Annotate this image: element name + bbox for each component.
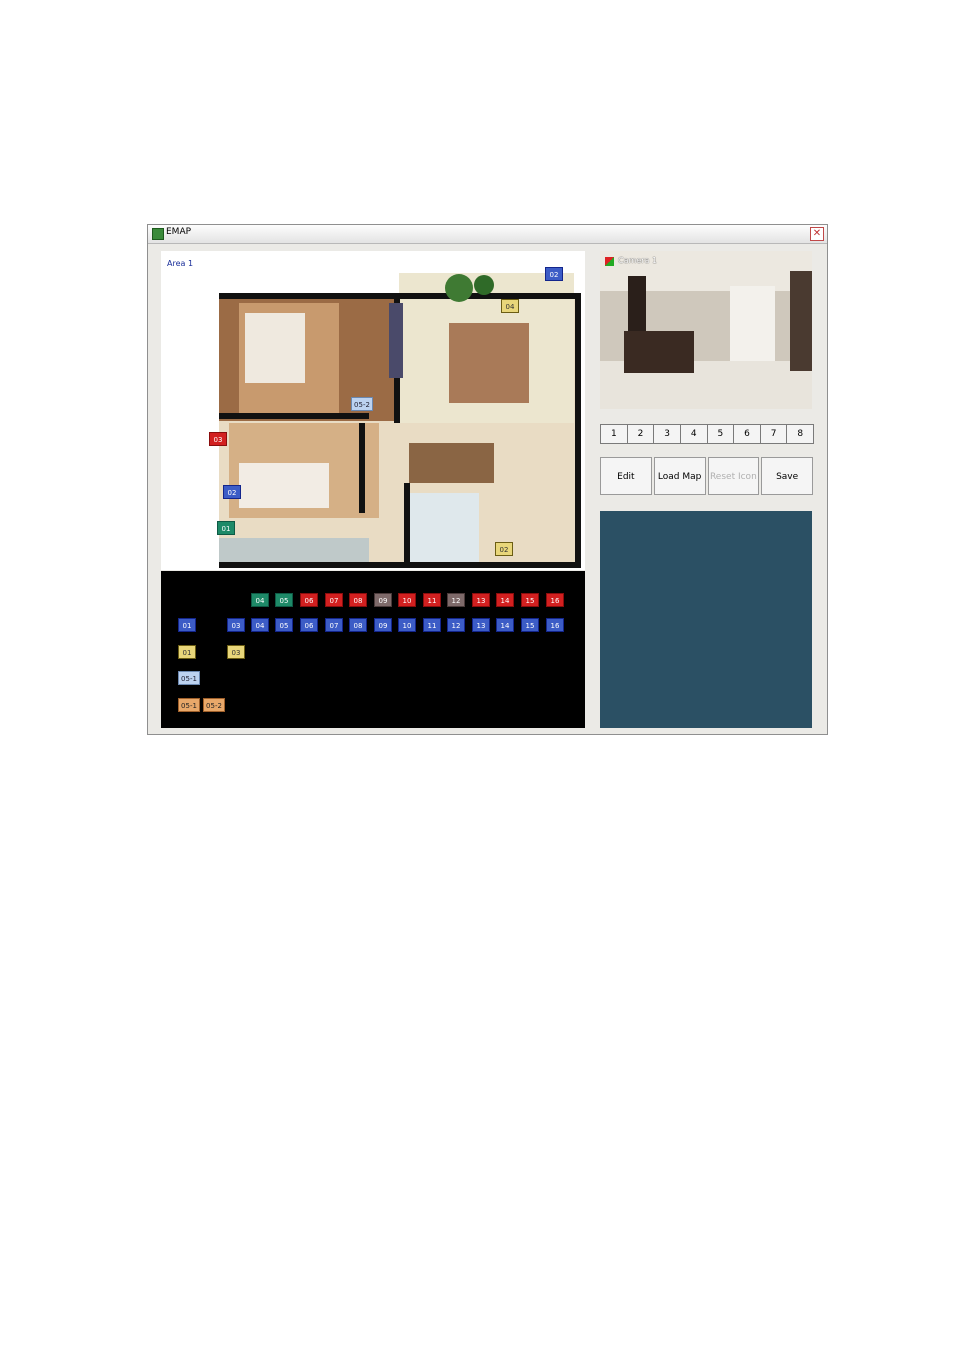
camera-preview-image <box>600 251 812 409</box>
placed-camera[interactable]: 05-2 <box>351 397 373 411</box>
tray-camera-icon[interactable]: 13 <box>472 593 490 607</box>
tray-sensor-icon[interactable]: 16 <box>546 618 564 632</box>
tray-sensor-icon[interactable]: 08 <box>349 618 367 632</box>
tray-camera-icon[interactable]: 14 <box>496 593 514 607</box>
action-buttons: Edit Load Map Reset Icon Save <box>600 457 813 497</box>
emap-window: EMAP ✕ Area 1 02 04 05-2 03 02 01 02 04 … <box>147 224 828 735</box>
tray-camera-icon[interactable]: 16 <box>546 593 564 607</box>
tray-link-icon[interactable]: 05-1 <box>178 671 200 685</box>
tray-camera-icon[interactable]: 12 <box>447 593 465 607</box>
area-label: Area 1 <box>167 259 194 268</box>
placed-camera[interactable]: 02 <box>495 542 513 556</box>
tray-sensor-icon[interactable]: 06 <box>300 618 318 632</box>
tray-sensor-icon[interactable]: 05 <box>275 618 293 632</box>
channel-button-5[interactable]: 5 <box>706 424 735 444</box>
load-map-button[interactable]: Load Map <box>653 457 706 495</box>
tray-camera-icon[interactable]: 08 <box>349 593 367 607</box>
tray-sensor-icon[interactable]: 14 <box>496 618 514 632</box>
placed-camera[interactable]: 01 <box>217 521 235 535</box>
camera-status-icon <box>605 257 614 266</box>
tray-camera-icon[interactable]: 05 <box>275 593 293 607</box>
tray-camera-icon[interactable]: 10 <box>398 593 416 607</box>
tray-camera-icon[interactable]: 11 <box>423 593 441 607</box>
tray-sensor-icon[interactable]: 10 <box>398 618 416 632</box>
placed-camera[interactable]: 04 <box>501 299 519 313</box>
tray-alarm-icon[interactable]: 01 <box>178 645 196 659</box>
tray-camera-icon[interactable]: 07 <box>325 593 343 607</box>
tray-camera-icon[interactable]: 09 <box>374 593 392 607</box>
icon-tray: 04 05 06 07 08 09 10 11 12 13 14 15 16 0… <box>161 571 585 728</box>
app-icon <box>152 228 164 240</box>
window-title: EMAP <box>166 227 192 237</box>
camera-label: Camera 1 <box>618 256 658 265</box>
tray-camera-icon[interactable]: 04 <box>251 593 269 607</box>
channel-button-6[interactable]: 6 <box>733 424 761 444</box>
edit-button[interactable]: Edit <box>600 457 652 495</box>
tray-sensor-icon[interactable]: 03 <box>227 618 245 632</box>
tray-sensor-icon[interactable]: 09 <box>374 618 392 632</box>
tray-sensor-icon[interactable]: 04 <box>251 618 269 632</box>
tray-sensor-icon[interactable]: 11 <box>423 618 441 632</box>
placed-camera[interactable]: 02 <box>545 267 563 281</box>
tray-sensor-icon[interactable]: 13 <box>472 618 490 632</box>
tray-sensor-icon[interactable]: 12 <box>447 618 465 632</box>
tray-sensor-icon[interactable]: 01 <box>178 618 196 632</box>
channel-button-7[interactable]: 7 <box>759 424 788 444</box>
channel-button-4[interactable]: 4 <box>679 424 708 444</box>
channel-button-2[interactable]: 2 <box>626 424 655 444</box>
channel-button-3[interactable]: 3 <box>653 424 681 444</box>
placed-camera[interactable]: 03 <box>209 432 227 446</box>
channel-selector: 1 2 3 4 5 6 7 8 <box>600 424 814 444</box>
title-bar: EMAP ✕ <box>148 225 827 244</box>
info-panel <box>600 511 812 728</box>
tray-sensor-icon[interactable]: 07 <box>325 618 343 632</box>
floor-plan-image <box>219 273 581 568</box>
save-button[interactable]: Save <box>761 457 813 495</box>
tray-link-icon[interactable]: 05-1 <box>178 698 200 712</box>
tray-sensor-icon[interactable]: 15 <box>521 618 539 632</box>
camera-preview[interactable]: Camera 1 <box>600 251 812 409</box>
tray-camera-icon[interactable]: 06 <box>300 593 318 607</box>
close-icon[interactable]: ✕ <box>810 227 824 241</box>
map-canvas[interactable]: Area 1 02 04 05-2 03 02 01 02 <box>161 251 585 570</box>
channel-button-8[interactable]: 8 <box>786 424 814 444</box>
tray-alarm-icon[interactable]: 03 <box>227 645 245 659</box>
tray-camera-icon[interactable]: 15 <box>521 593 539 607</box>
channel-button-1[interactable]: 1 <box>600 424 628 444</box>
reset-icon-button[interactable]: Reset Icon <box>707 457 760 495</box>
placed-camera[interactable]: 02 <box>223 485 241 499</box>
tray-link-icon[interactable]: 05-2 <box>203 698 225 712</box>
